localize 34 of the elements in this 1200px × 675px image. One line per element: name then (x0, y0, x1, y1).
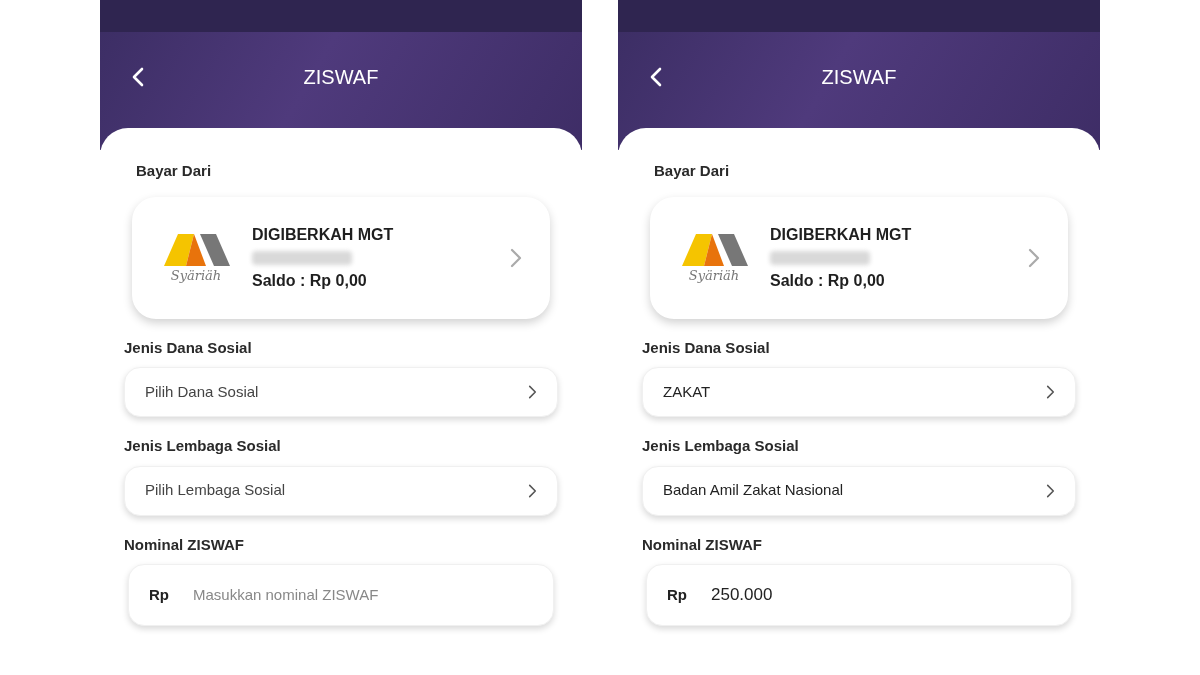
account-balance: Saldo : Rp 0,00 (252, 270, 368, 291)
account-card[interactable]: Syäriäh DIGIBERKAH MGT Saldo : Rp 0,00 (132, 196, 550, 319)
account-name: DIGIBERKAH MGT (252, 224, 395, 245)
screen-title: ZISWAF (302, 65, 380, 90)
field-label: Jenis Lembaga Sosial (642, 436, 800, 456)
field-label: Jenis Dana Sosial (642, 337, 771, 358)
section-label: Bayar Dari (135, 161, 213, 181)
select-field[interactable]: ZAKAT (642, 367, 1076, 417)
currency-label: Rp (149, 584, 169, 605)
account-card[interactable]: Syäriäh DIGIBERKAH MGT Saldo : Rp 0,00 (650, 196, 1068, 319)
amount-input[interactable]: Masukkan nominal ZISWAF (193, 582, 533, 608)
select-field[interactable]: Badan Amil Zakat Nasional (642, 465, 1076, 516)
chevron-right-icon (510, 246, 522, 269)
chevron-right-icon (1046, 385, 1055, 399)
field-label: Jenis Lembaga Sosial (124, 436, 282, 456)
currency-label: Rp (667, 584, 687, 605)
amount-field[interactable]: Rp 250.000 (646, 564, 1072, 626)
account-balance: Saldo : Rp 0,00 (770, 270, 886, 291)
chevron-right-icon (528, 483, 537, 498)
amount-input[interactable]: 250.000 (711, 582, 1051, 608)
select-field[interactable]: Pilih Dana Sosial (124, 367, 558, 417)
chevron-right-icon (1046, 483, 1055, 498)
chevron-right-icon (528, 385, 537, 399)
select-field[interactable]: Pilih Lembaga Sosial (124, 465, 558, 516)
screen-title: ZISWAF (820, 65, 898, 90)
account-name: DIGIBERKAH MGT (770, 224, 913, 245)
field-label: Nominal ZISWAF (124, 534, 245, 555)
section-label: Bayar Dari (653, 161, 731, 181)
chevron-right-icon (1028, 246, 1040, 269)
field-label: Jenis Dana Sosial (124, 337, 253, 358)
amount-field[interactable]: Rp Masukkan nominal ZISWAF (128, 564, 554, 626)
bank-logo: Syäriäh (678, 229, 750, 286)
bank-logo: Syäriäh (160, 229, 232, 286)
field-label: Nominal ZISWAF (642, 534, 763, 555)
